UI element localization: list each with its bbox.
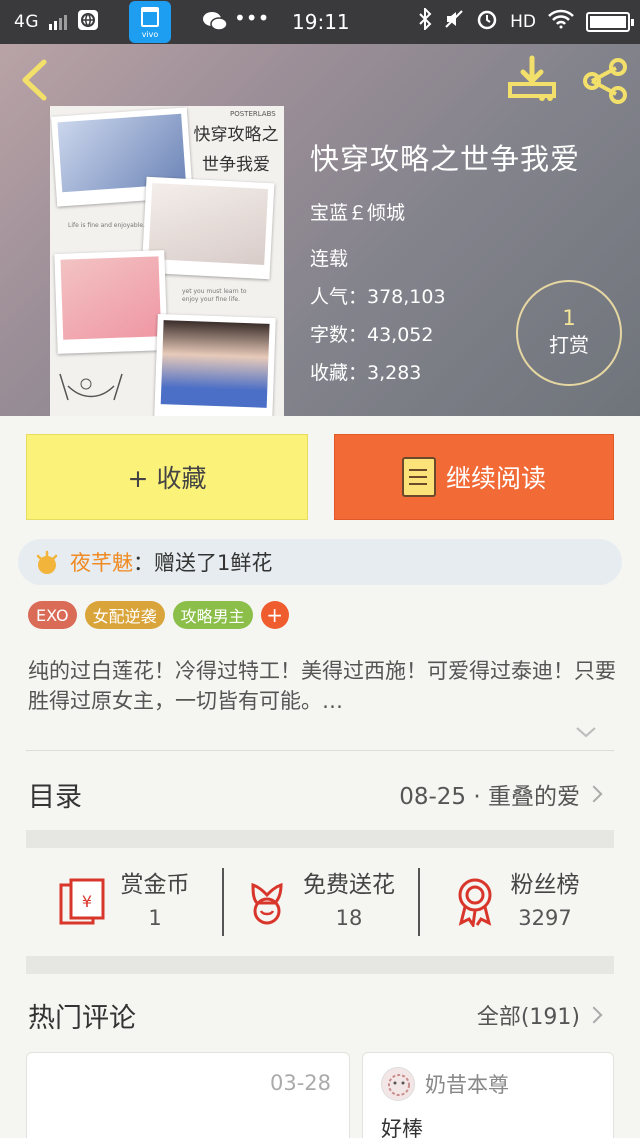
- stat-label: 粉丝榜: [510, 872, 580, 898]
- cover-note: Life is fine and enjoyable.: [68, 222, 145, 229]
- book-header: POSTERLABS 快穿攻略之 世争我爱 Life is fine and e…: [0, 44, 640, 416]
- toc-label: 目录: [28, 781, 82, 813]
- section-divider: [26, 830, 614, 848]
- back-arrow-icon: [22, 59, 47, 101]
- flower-icon: [251, 882, 283, 925]
- medal-icon: [458, 878, 491, 927]
- gift-notice[interactable]: 夜芊魅 ：赠送了1鲜花: [18, 539, 622, 585]
- tag-chip[interactable]: 攻略男主: [172, 601, 253, 629]
- battery-icon: [586, 11, 634, 32]
- collect-button[interactable]: + 收藏: [26, 434, 308, 520]
- more-dots-icon: •••: [234, 6, 270, 30]
- tip-button[interactable]: 1 打赏: [516, 280, 622, 386]
- stat-value: 18: [335, 906, 363, 930]
- gift-message: ：赠送了1鲜花: [133, 551, 273, 575]
- hot-comments-header: 热门评论 全部(191): [28, 992, 603, 1038]
- comment-date: 03-28: [269, 1071, 331, 1095]
- favorites-stat: 收藏：3,283: [310, 362, 422, 384]
- stat-label: 免费送花: [303, 872, 395, 898]
- globe-icon: [77, 9, 99, 36]
- book-title: 快穿攻略之世争我爱: [310, 142, 581, 176]
- all-comments-link[interactable]: 全部(191): [477, 999, 603, 1031]
- chevron-down-icon: [576, 727, 596, 738]
- book-status: 连载: [310, 248, 349, 270]
- comment-username[interactable]: 奶昔本尊: [425, 1069, 509, 1099]
- tag-chip[interactable]: EXO: [28, 601, 77, 629]
- comment-card[interactable]: 奶昔本尊 好棒: [362, 1052, 614, 1138]
- tip-label: 打赏: [549, 333, 589, 357]
- divider: [26, 750, 614, 751]
- download-button[interactable]: [506, 54, 558, 106]
- cover-note: yet you must learn to enjoy your fine li…: [182, 288, 247, 303]
- download-icon: [508, 55, 556, 101]
- flower-bud-icon: [36, 550, 58, 574]
- fan-ranking-button[interactable]: 粉丝榜 3297: [418, 856, 614, 948]
- continue-reading-button[interactable]: 继续阅读: [334, 434, 614, 520]
- avatar[interactable]: [381, 1067, 415, 1101]
- hd-indicator: HD: [510, 11, 536, 32]
- stat-value: 1: [148, 906, 162, 930]
- signal-icon: [49, 14, 67, 30]
- book-cover[interactable]: POSTERLABS 快穿攻略之 世争我爱 Life is fine and e…: [50, 106, 284, 416]
- wifi-icon: [548, 9, 574, 34]
- free-flower-button[interactable]: 免费送花 18: [222, 856, 418, 948]
- tag-chip[interactable]: 女配逆袭: [84, 601, 165, 629]
- book-icon: [401, 457, 436, 497]
- chevron-right-icon: [585, 1006, 603, 1024]
- continue-reading-label: 继续阅读: [445, 464, 546, 493]
- share-button[interactable]: [580, 56, 630, 106]
- book-author[interactable]: 宝蓝￡倾城: [310, 198, 405, 225]
- section-divider: [26, 956, 614, 974]
- clock: 19:11: [292, 10, 350, 34]
- tag-list: EXO 女配逆袭 攻略男主 +: [28, 601, 289, 629]
- book-description: 纯的过白莲花！冷得过特工！美得过西施！可爱得过泰迪！只要胜得过原女主，一切皆有可…: [28, 659, 616, 713]
- comment-text: 好棒: [381, 1117, 423, 1138]
- vivo-store-icon[interactable]: vivo: [129, 1, 171, 43]
- status-bar: 4G vivo ••• 19:11 HD: [0, 0, 640, 44]
- word-count-stat: 字数：43,052: [310, 324, 434, 346]
- share-icon: [583, 58, 627, 104]
- latest-chapter[interactable]: 08-25 · 重叠的爱: [399, 777, 603, 811]
- back-button[interactable]: [14, 58, 54, 102]
- comment-card[interactable]: 03-28: [26, 1052, 350, 1138]
- cover-title: 快穿攻略之 世争我爱: [193, 125, 279, 175]
- add-tag-button[interactable]: +: [260, 601, 289, 629]
- toc-row[interactable]: 目录 08-25 · 重叠的爱: [28, 770, 603, 818]
- network-type: 4G: [14, 12, 39, 32]
- svg-text:¥: ¥: [81, 892, 91, 911]
- expand-description-button[interactable]: [574, 722, 598, 742]
- wechat-icon: [202, 10, 228, 37]
- chevron-right-icon: [585, 785, 603, 803]
- reward-coins-button[interactable]: ¥ 赏金币 1: [26, 856, 222, 948]
- cover-photo: [154, 313, 276, 416]
- hammock-doodle-icon: [59, 373, 123, 401]
- red-envelope-icon: ¥: [59, 878, 104, 925]
- tip-count: 1: [562, 306, 576, 330]
- stat-value: 3297: [518, 906, 572, 930]
- stats-row: ¥ 赏金币 1 免费送花 18 粉丝榜 3297: [26, 856, 614, 948]
- alarm-icon: [476, 8, 498, 35]
- bluetooth-icon: [418, 6, 432, 35]
- popularity-stat: 人气：378,103: [310, 286, 446, 308]
- mute-icon: [444, 9, 464, 34]
- cover-photo: [54, 250, 168, 354]
- hot-comments-title: 热门评论: [28, 1002, 136, 1034]
- stat-label: 赏金币: [120, 872, 190, 898]
- gift-user[interactable]: 夜芊魅: [70, 547, 133, 577]
- cover-brand: POSTERLABS: [230, 110, 276, 118]
